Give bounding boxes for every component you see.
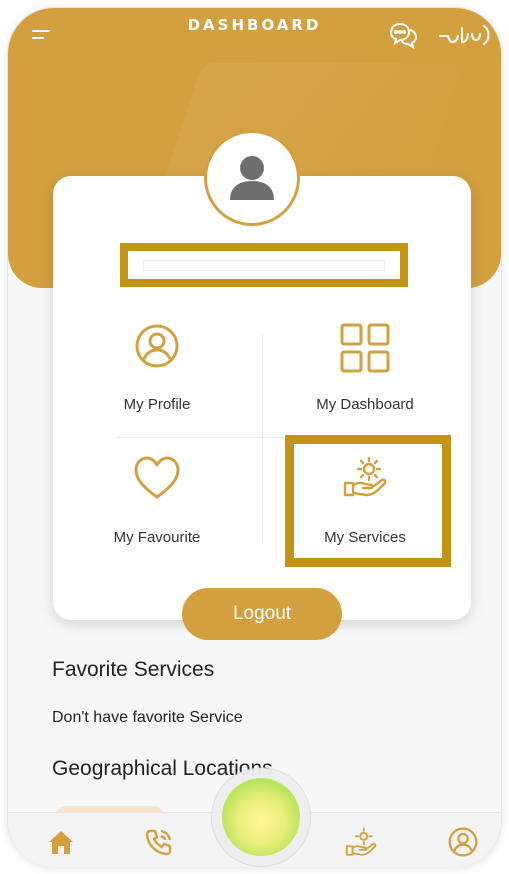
home-icon (49, 831, 73, 854)
my-favourite-label: My Favourite (113, 529, 201, 546)
nav-phone[interactable] (142, 825, 176, 859)
heart-icon (134, 456, 180, 499)
my-profile-label: My Profile (123, 396, 191, 413)
hand-gear-icon (345, 827, 377, 856)
geographical-locations-title: Geographical Locations (52, 757, 273, 780)
favorite-empty-text: Don't have favorite Service (52, 709, 243, 726)
nav-services[interactable] (344, 825, 378, 859)
tile-divider-vertical (262, 333, 263, 545)
page-title: DASHBOARD (187, 16, 322, 34)
phone-icon (145, 829, 172, 856)
logout-button[interactable]: Logout (182, 588, 342, 640)
redaction-bar (144, 261, 384, 270)
center-action-button[interactable] (222, 778, 300, 856)
my-profile-tile[interactable]: My Profile (85, 322, 229, 413)
favorite-services-title: Favorite Services (52, 658, 215, 681)
avatar[interactable] (204, 130, 300, 226)
user-name-redaction (120, 243, 408, 287)
services-highlight-box (285, 435, 451, 567)
my-dashboard-label: My Dashboard (316, 396, 414, 413)
user-silhouette-icon (230, 156, 274, 200)
nav-home[interactable] (44, 825, 78, 859)
nav-account[interactable] (446, 825, 480, 859)
grid-icon (340, 323, 390, 373)
user-circle-icon (135, 324, 179, 368)
my-dashboard-tile[interactable]: My Dashboard (290, 322, 440, 413)
my-favourite-tile[interactable]: My Favourite (85, 455, 229, 546)
account-icon (448, 827, 478, 857)
